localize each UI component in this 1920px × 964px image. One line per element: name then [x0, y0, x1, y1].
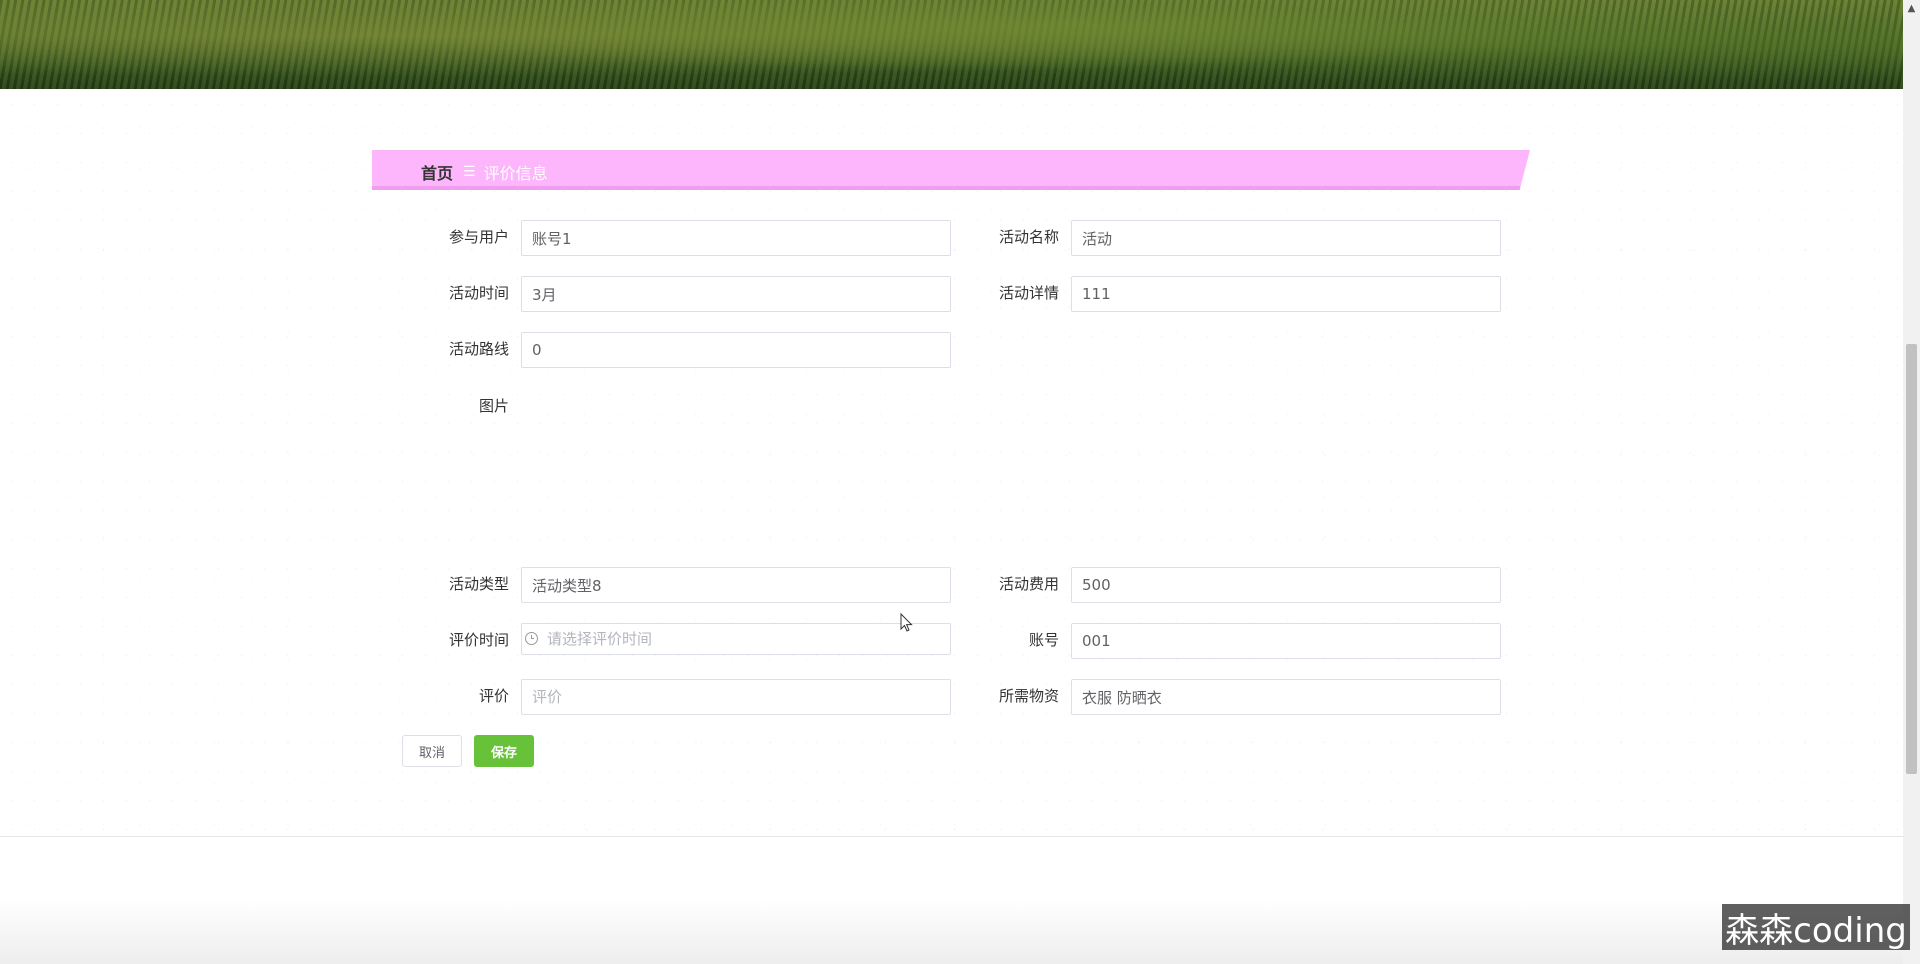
page: ▲ 首页 ☰ 评价信息 参与用户 活动名称 活动时间 活动详情 活动路线 图片 …	[0, 0, 1920, 964]
activity-route-input[interactable]	[521, 332, 951, 368]
save-button[interactable]: 保存	[474, 735, 534, 767]
review-time-label: 评价时间	[448, 631, 509, 649]
account-input[interactable]	[1071, 623, 1501, 659]
breadcrumb-separator-icon: ☰	[463, 164, 476, 180]
review-time-picker[interactable]	[521, 623, 951, 655]
header-banner-image	[0, 0, 1903, 89]
activity-route-label: 活动路线	[448, 340, 509, 358]
footer-divider	[0, 836, 1903, 837]
image-label: 图片	[478, 397, 509, 415]
cancel-button[interactable]: 取消	[402, 735, 462, 767]
breadcrumb-home-link[interactable]: 首页	[421, 160, 453, 184]
background-texture	[0, 90, 1903, 840]
footer-area	[0, 900, 1903, 964]
required-supplies-label: 所需物资	[998, 687, 1059, 705]
breadcrumb: 首页 ☰ 评价信息	[421, 160, 548, 184]
scrollbar-thumb[interactable]	[1906, 344, 1917, 774]
review-label: 评价	[478, 687, 509, 705]
activity-time-input[interactable]	[521, 276, 951, 312]
activity-time-label: 活动时间	[448, 284, 509, 302]
activity-details-label: 活动详情	[998, 284, 1059, 302]
activity-name-input[interactable]	[1071, 220, 1501, 256]
account-label: 账号	[1028, 631, 1059, 649]
scroll-up-arrow-icon[interactable]: ▲	[1903, 0, 1920, 17]
activity-type-input[interactable]	[521, 567, 951, 603]
clock-icon	[525, 632, 538, 645]
activity-name-label: 活动名称	[998, 228, 1059, 246]
activity-type-label: 活动类型	[448, 575, 509, 593]
activity-fee-label: 活动费用	[998, 575, 1059, 593]
activity-details-input[interactable]	[1071, 276, 1501, 312]
watermark: 森森coding	[1722, 904, 1910, 951]
image-display-area	[521, 388, 951, 548]
mouse-cursor-icon	[900, 613, 913, 632]
review-input[interactable]	[521, 679, 951, 715]
participant-user-label: 参与用户	[448, 228, 509, 246]
breadcrumb-current: 评价信息	[483, 164, 548, 183]
participant-user-input[interactable]	[521, 220, 951, 256]
required-supplies-input[interactable]	[1071, 679, 1501, 715]
activity-fee-input[interactable]	[1071, 567, 1501, 603]
